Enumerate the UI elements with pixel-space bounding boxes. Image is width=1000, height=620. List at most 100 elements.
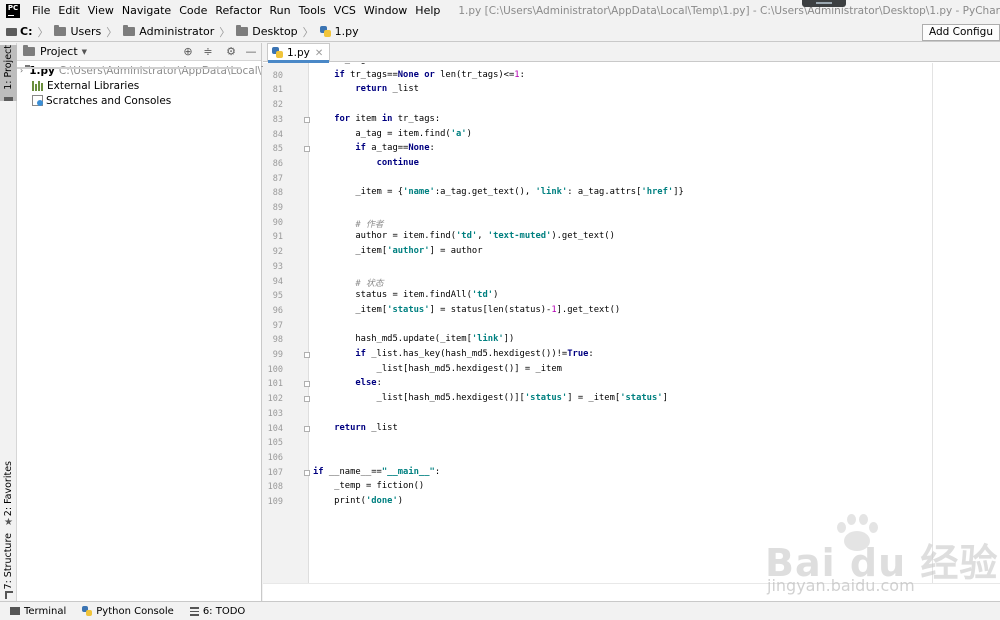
tree-item-project[interactable]: › 1.py C:\Users\Administrator\AppData\Lo… [17,63,289,78]
tool-tab-favorites[interactable]: 2: Favorites ★ [0,461,17,528]
code-line[interactable]: 106 [263,451,1000,466]
editor-area: 1.py ✕ 79 tr_tags = bs.findAll('tr') 80 i… [263,43,1000,601]
code-text: _item['status'] = status[len(status)-1].… [313,304,621,315]
code-line[interactable]: 92 _item['author'] = author [263,245,1000,260]
code-line[interactable]: 87 [263,172,1000,187]
fold-marker-icon[interactable] [304,381,310,388]
code-line[interactable]: 97 [263,319,1000,334]
line-number: 105 [267,438,283,449]
menu-tools[interactable]: Tools [295,0,330,22]
bottom-tool-bar: Terminal Python Console 6: TODO [0,601,1000,620]
code-line[interactable]: 95 status = item.findAll('td') [263,289,1000,304]
menu-vcs[interactable]: VCS [330,0,360,22]
folder-icon [54,25,67,36]
menu-code[interactable]: Code [175,0,211,22]
add-configuration-button[interactable]: Add Configu [921,24,1000,41]
line-number: 102 [267,394,283,405]
breadcrumb-administrator[interactable]: Administrator 〉 [117,22,230,42]
code-line[interactable]: 82 [263,98,1000,113]
folder-icon [4,96,13,101]
breadcrumb-drive[interactable]: C: 〉 [0,22,48,42]
fold-marker-icon[interactable] [304,146,310,153]
code-line[interactable]: 86 continue [263,157,1000,172]
code-line[interactable]: 103 [263,407,1000,422]
line-number: 86 [272,158,283,169]
gear-icon[interactable]: ⚙ [225,46,237,58]
fold-marker-icon[interactable] [304,425,310,432]
fold-marker-icon[interactable] [304,116,310,123]
code-line[interactable]: 80 if tr_tags==None or len(tr_tags)<=1: [263,69,1000,84]
code-line[interactable]: 102 _list[hash_md5.hexdigest()]['status'… [263,392,1000,407]
code-line[interactable]: 100 _list[hash_md5.hexdigest()] = _item [263,363,1000,378]
code-line[interactable]: 94 # 状态 [263,275,1000,290]
code-line[interactable]: 93 [263,260,1000,275]
line-number: 83 [272,114,283,125]
code-line[interactable]: 96 _item['status'] = status[len(status)-… [263,304,1000,319]
breadcrumb-label: Administrator [139,25,215,38]
code-line[interactable]: 90 # 作者 [263,216,1000,231]
line-number: 101 [267,379,283,390]
line-number: 108 [267,482,283,493]
code-line[interactable]: 85 if a_tag==None: [263,142,1000,157]
code-line[interactable]: 105 [263,436,1000,451]
editor-horizontal-scrollbar[interactable] [263,583,1000,601]
menu-view[interactable]: View [84,0,118,22]
terminal-tool-button[interactable]: Terminal [10,606,66,617]
breadcrumb-users[interactable]: Users 〉 [48,22,117,42]
code-text: _list[hash_md5.hexdigest()]['status'] = … [313,393,668,404]
collapse-all-icon[interactable]: ≑ [202,46,214,58]
code-text: a_tag = item.find('a') [313,128,472,139]
line-number: 91 [272,232,283,243]
tree-item-scratches[interactable]: Scratches and Consoles [17,93,261,108]
line-number: 79 [263,63,283,66]
code-line[interactable]: 84 a_tag = item.find('a') [263,128,1000,143]
code-line[interactable]: 108 _temp = fiction() [263,480,1000,495]
code-text: hash_md5.update(_item['link']) [313,334,515,345]
menu-run[interactable]: Run [266,0,295,22]
menu-refactor[interactable]: Refactor [211,0,265,22]
terminal-icon [10,607,20,615]
menu-file[interactable]: File [28,0,54,22]
breadcrumb-desktop[interactable]: Desktop 〉 [230,22,314,42]
chevron-right-icon: 〉 [219,25,231,39]
code-line[interactable]: 88 _item = {'name':a_tag.get_text(), 'li… [263,186,1000,201]
menu-help[interactable]: Help [411,0,444,22]
line-number: 87 [272,173,283,184]
python-console-icon [82,606,93,616]
menu-window[interactable]: Window [360,0,411,22]
line-number: 89 [272,203,283,213]
project-horizontal-scrollbar[interactable] [17,67,241,69]
code-line[interactable]: 81 return _list [263,83,1000,98]
code-line[interactable]: 83 for item in tr_tags: [263,113,1000,128]
todo-tool-button[interactable]: 6: TODO [189,606,245,617]
code-line[interactable]: 98 hash_md5.update(_item['link']) [263,333,1000,348]
line-number: 103 [267,408,283,419]
code-line[interactable]: 99 if _list.has_key(hash_md5.hexdigest()… [263,348,1000,363]
tool-tab-structure[interactable]: 7: Structure [0,533,17,599]
code-text: if _list.has_key(hash_md5.hexdigest())!=… [355,349,594,359]
fold-marker-icon[interactable] [304,469,310,476]
code-line[interactable]: 109 print('done') [263,495,1000,510]
code-line[interactable]: 104 return _list [263,422,1000,437]
code-text: if tr_tags==None or len(tr_tags)<=1: [334,69,525,80]
menu-edit[interactable]: Edit [54,0,83,22]
tree-item-external-libraries[interactable]: External Libraries [17,78,261,93]
code-line[interactable]: 91 author = item.find('td', 'text-muted'… [263,230,1000,245]
chevron-down-icon[interactable]: ▼ [82,48,87,56]
menu-navigate[interactable]: Navigate [118,0,175,22]
structure-icon [4,591,13,599]
close-icon[interactable]: ✕ [315,48,323,59]
fold-marker-icon[interactable] [304,396,310,403]
fold-marker-icon[interactable] [304,352,310,358]
editor-tab-1py[interactable]: 1.py ✕ [267,43,331,63]
project-view-selector[interactable]: Project [40,45,78,58]
code-line[interactable]: 89 [263,201,1000,216]
tool-tab-project[interactable]: 1: Project [0,45,17,101]
drive-icon [6,27,17,36]
hide-panel-icon[interactable]: — [245,46,257,58]
code-line[interactable]: 101 else: [263,377,1000,392]
locate-icon[interactable]: ⊕ [182,46,194,58]
code-line[interactable]: 107 if __name__=="__main__": [263,466,1000,481]
python-console-tool-button[interactable]: Python Console [82,606,174,617]
breadcrumb-file[interactable]: 1.py [314,22,359,42]
